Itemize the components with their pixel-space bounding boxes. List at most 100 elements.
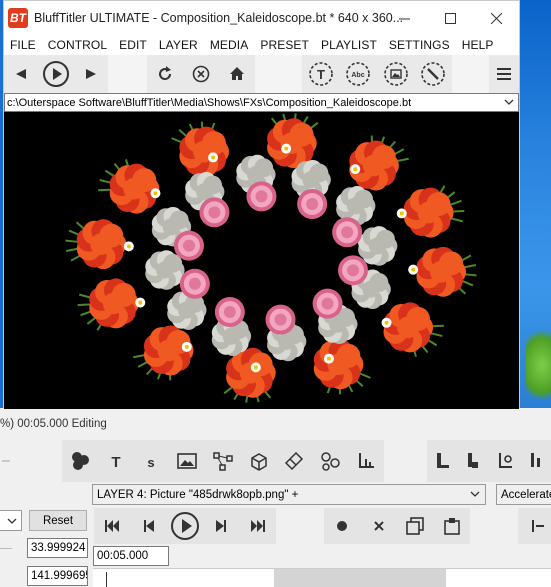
menu-media[interactable]: MEDIA — [204, 38, 255, 52]
delete-icon[interactable] — [364, 511, 394, 541]
red-flower — [76, 219, 127, 270]
preview-canvas[interactable] — [4, 112, 519, 409]
arrow-icon — [2, 460, 10, 462]
menu-help[interactable]: HELP — [456, 38, 500, 52]
reset-button[interactable]: Reset — [29, 510, 87, 531]
value-field-2[interactable]: 141.999695 — [27, 566, 88, 586]
menu-settings[interactable]: SETTINGS — [383, 38, 456, 52]
pink-rose — [338, 255, 369, 286]
layer-dropdown-value: LAYER 4: Picture "485drwk8opb.png" + — [97, 488, 299, 501]
minimize-button[interactable] — [381, 1, 427, 35]
align-icon[interactable] — [428, 446, 458, 476]
keyframe-controls — [324, 508, 470, 544]
red-flower — [313, 339, 364, 390]
pink-rose — [297, 189, 328, 220]
daisy-center — [384, 320, 389, 325]
layer-tools-right — [427, 440, 551, 482]
hamburger-icon[interactable] — [489, 59, 519, 89]
divider — [0, 548, 12, 549]
pink-rose — [199, 197, 230, 228]
pink-rose — [179, 268, 210, 299]
svg-text:T: T — [317, 67, 325, 82]
back-button[interactable] — [6, 59, 36, 89]
timeline-icon[interactable] — [522, 446, 551, 476]
forward-button[interactable] — [76, 59, 106, 89]
main-window: BT BluffTitler ULTIMATE - Composition_Ka… — [3, 0, 520, 409]
menu-layer[interactable]: LAYER — [153, 38, 204, 52]
brush-layer-icon[interactable] — [418, 59, 448, 89]
left-edge — [0, 440, 14, 482]
close-button[interactable] — [473, 1, 519, 35]
shapes-icon[interactable] — [315, 446, 345, 476]
play-icon[interactable] — [170, 511, 200, 541]
picture-icon[interactable] — [172, 446, 202, 476]
time-field[interactable]: 00:05.000 — [93, 546, 169, 566]
abc-layer-icon[interactable]: Abc — [343, 59, 373, 89]
chevron-down-icon — [470, 491, 480, 497]
red-flower — [383, 302, 434, 353]
svg-text:s: s — [148, 455, 155, 469]
timeline-cursor[interactable] — [106, 572, 107, 587]
eraser-icon[interactable] — [279, 446, 309, 476]
path-text: c:\Outerspace Software\BluffTitler\Media… — [7, 96, 412, 109]
timeline-track[interactable] — [93, 568, 551, 587]
insert-group: T Abc — [302, 55, 452, 93]
path-dropdown[interactable]: c:\Outerspace Software\BluffTitler\Media… — [4, 93, 519, 112]
daisy-center — [253, 365, 258, 370]
window-title: BluffTitler ULTIMATE - Composition_Kalei… — [34, 11, 404, 25]
daisy-center — [399, 211, 404, 216]
pink-rose — [173, 230, 204, 261]
red-flower — [403, 187, 454, 238]
maximize-button[interactable] — [427, 1, 473, 35]
text-layer-icon[interactable]: T — [306, 59, 336, 89]
menu-preset[interactable]: PRESET — [254, 38, 315, 52]
home-icon[interactable] — [222, 59, 252, 89]
value-field-1[interactable]: 33.999924 — [27, 538, 88, 558]
pink-rose — [246, 181, 277, 212]
particles-icon[interactable] — [65, 446, 95, 476]
step-back-icon[interactable] — [134, 511, 164, 541]
white-flower — [358, 226, 398, 266]
title-bar[interactable]: BT BluffTitler ULTIMATE - Composition_Ka… — [4, 1, 519, 35]
desktop-background — [520, 0, 551, 408]
status-text: %) 00:05.000 Editing — [0, 418, 107, 430]
menu-group — [489, 55, 519, 93]
paste-icon[interactable] — [437, 511, 467, 541]
record-icon[interactable] — [327, 511, 357, 541]
stop-icon[interactable] — [186, 59, 216, 89]
subtitle-icon[interactable]: s — [136, 446, 166, 476]
daisy-center — [353, 167, 358, 172]
pink-rose — [332, 217, 363, 248]
step-forward-icon[interactable] — [206, 511, 236, 541]
cube-icon[interactable] — [244, 446, 274, 476]
accelerate-dropdown[interactable]: Accelerate — [496, 484, 551, 505]
path-nodes-icon[interactable] — [208, 446, 238, 476]
daisy-center — [153, 191, 158, 196]
play-button[interactable] — [41, 59, 71, 89]
align-alt-icon[interactable] — [459, 446, 489, 476]
audio-icon[interactable] — [351, 446, 381, 476]
menu-control[interactable]: CONTROL — [42, 38, 113, 52]
skip-end-icon[interactable] — [243, 511, 273, 541]
chevron-down-icon — [504, 99, 514, 105]
menu-bar: FILE CONTROL EDIT LAYER MEDIA PRESET PLA… — [4, 35, 519, 55]
menu-edit[interactable]: EDIT — [113, 38, 153, 52]
mode-dropdown[interactable] — [0, 510, 22, 531]
daisy-center — [138, 300, 143, 305]
reload-group — [147, 55, 255, 93]
text-icon[interactable]: T — [101, 446, 131, 476]
daisy-center — [326, 356, 331, 361]
link-icon[interactable] — [491, 446, 521, 476]
daisy-center — [284, 146, 289, 151]
picture-layer-icon[interactable] — [381, 59, 411, 89]
reload-icon[interactable] — [150, 59, 180, 89]
menu-file[interactable]: FILE — [4, 38, 42, 52]
menu-playlist[interactable]: PLAYLIST — [315, 38, 383, 52]
first-keyframe-icon[interactable] — [523, 511, 551, 541]
red-flower — [416, 246, 467, 297]
layer-dropdown[interactable]: LAYER 4: Picture "485drwk8opb.png" + — [92, 484, 486, 505]
svg-text:T: T — [111, 454, 120, 469]
skip-start-icon[interactable] — [97, 511, 127, 541]
copy-icon[interactable] — [400, 511, 430, 541]
red-flower — [109, 163, 160, 214]
